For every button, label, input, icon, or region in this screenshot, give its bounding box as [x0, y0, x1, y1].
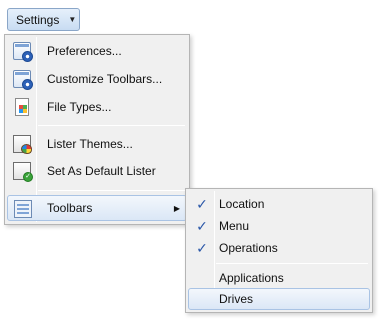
menu-item-label: Lister Themes... [47, 137, 133, 151]
submenu-item-label: Applications [219, 271, 284, 285]
settings-button[interactable]: Settings ▼ [7, 8, 80, 31]
menu-separator [38, 125, 185, 126]
file-types-icon [15, 98, 29, 116]
submenu-item-label: Operations [219, 241, 278, 255]
submenu-item-label: Location [219, 197, 265, 211]
lister-themes-icon [13, 135, 32, 154]
submenu-item-operations[interactable]: ✓ Operations [188, 237, 370, 259]
submenu-item-label: Drives [219, 292, 254, 306]
menu-item-label: Set As Default Lister [47, 164, 156, 178]
menu-separator [38, 190, 185, 191]
checkmark-icon: ✓ [196, 218, 208, 234]
checkmark-icon: ✓ [196, 240, 208, 256]
toolbars-submenu: ✓ Location ✓ Menu ✓ Operations Applicati… [185, 188, 373, 313]
chevron-down-icon: ▼ [68, 15, 77, 24]
settings-menu: Preferences... Customize Toolbars... Fil… [4, 34, 190, 225]
submenu-item-label: Menu [219, 219, 250, 233]
menu-item-label: File Types... [47, 100, 112, 114]
checkmark-icon: ✓ [196, 196, 208, 212]
menu-item-toolbars[interactable]: Toolbars ▶ [7, 195, 187, 221]
menu-item-label: Customize Toolbars... [47, 72, 163, 86]
customize-toolbars-icon [13, 70, 33, 90]
menu-item-label: Preferences... [47, 44, 122, 58]
menu-item-set-default-lister[interactable]: ✓ Set As Default Lister [7, 158, 187, 184]
submenu-item-drives[interactable]: Drives [188, 288, 370, 310]
submenu-separator [216, 263, 368, 264]
menu-item-customize-toolbars[interactable]: Customize Toolbars... [7, 66, 187, 92]
menu-item-preferences[interactable]: Preferences... [7, 38, 187, 64]
toolbars-icon [14, 200, 32, 218]
menu-item-file-types[interactable]: File Types... [7, 94, 187, 120]
settings-button-label: Settings [16, 12, 60, 27]
menu-item-label: Toolbars [47, 201, 93, 215]
chevron-right-icon: ▶ [173, 203, 180, 213]
submenu-item-applications[interactable]: Applications [188, 267, 370, 289]
submenu-item-location[interactable]: ✓ Location [188, 193, 370, 215]
menu-item-lister-themes[interactable]: Lister Themes... [7, 131, 187, 157]
preferences-icon [13, 42, 33, 62]
submenu-item-menu[interactable]: ✓ Menu [188, 215, 370, 237]
default-lister-icon: ✓ [13, 162, 33, 182]
